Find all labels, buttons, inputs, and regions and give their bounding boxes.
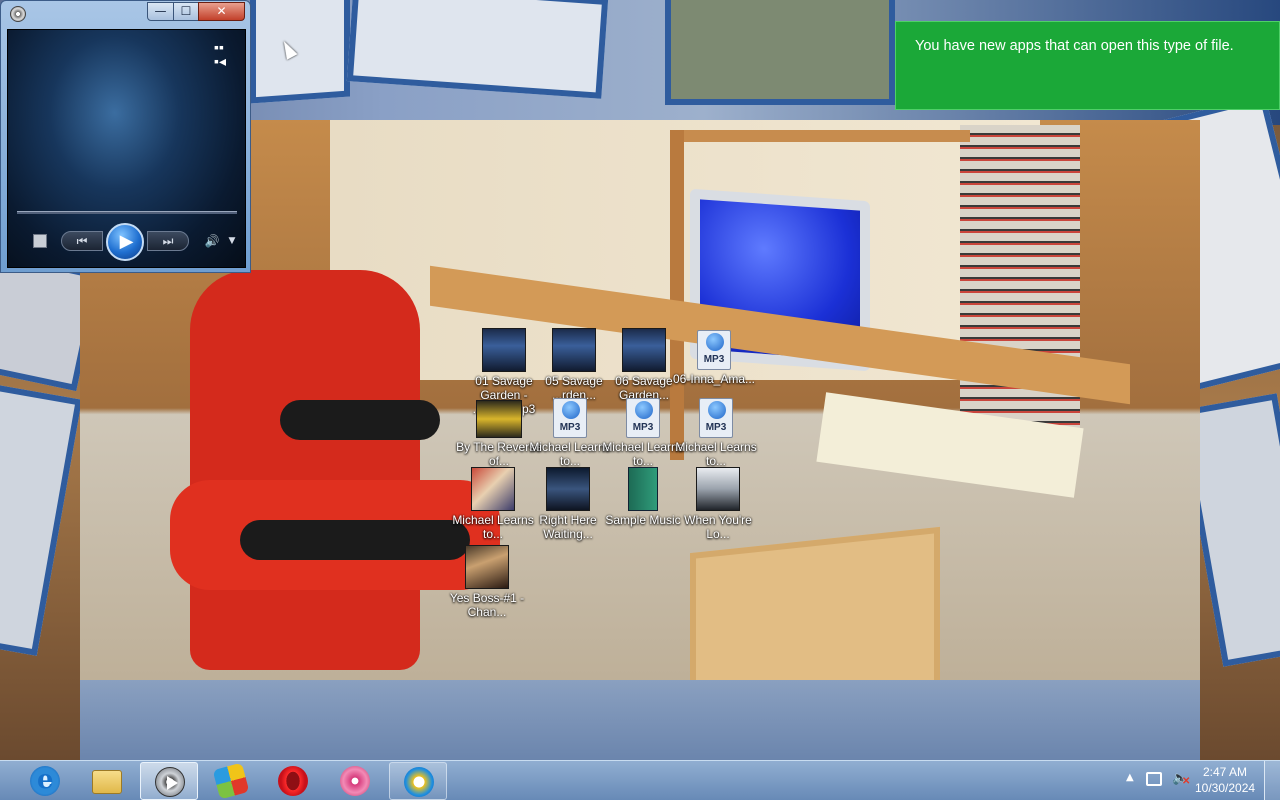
clock-time: 2:47 AM — [1202, 765, 1248, 779]
desktop-icon[interactable]: When You're Lo... — [674, 467, 762, 541]
album-cover-icon — [482, 328, 526, 372]
clock-date: 10/30/2024 — [1195, 781, 1256, 795]
album-cover-icon — [696, 467, 740, 511]
taskbar-windows-explorer[interactable] — [78, 762, 136, 800]
taskbar-opera[interactable] — [264, 762, 322, 800]
album-cover-icon — [465, 545, 509, 589]
wallpaper-photo-card — [250, 0, 350, 104]
mp3-badge: MP3 — [559, 422, 581, 433]
volume-icon[interactable]: 🔊 — [203, 233, 221, 249]
mp3-file-icon: MP3 — [699, 398, 733, 438]
mp3-badge: MP3 — [705, 422, 727, 433]
mp3-badge: MP3 — [632, 422, 654, 433]
album-cover-icon — [622, 328, 666, 372]
next-button[interactable]: ⏭ — [147, 231, 189, 251]
flower-app-icon — [340, 766, 370, 796]
album-cover-icon — [546, 467, 590, 511]
media-player-titlebar[interactable]: — ☐ ✕ — [1, 1, 250, 27]
desktop-icon[interactable]: MP3 Michael Learns to... — [672, 398, 760, 468]
album-cover-icon — [476, 400, 522, 438]
muted-x-icon: ✕ — [1182, 776, 1191, 787]
desktop-icon-label: Yes Boss-#1 - Chan... — [449, 591, 525, 619]
opera-icon — [278, 766, 308, 796]
media-player-app-icon[interactable] — [10, 6, 26, 22]
mp3-badge: MP3 — [703, 354, 725, 365]
media-player-window[interactable]: — ☐ ✕ ▪▪ ▪◂ ⏮ ▶ ⏭ 🔊 ▼ — [0, 0, 251, 273]
taskbar-screen-recorder[interactable] — [389, 762, 447, 800]
desktop-icon-label: Michael Learns to... — [675, 440, 757, 468]
folder-icon — [92, 770, 122, 794]
show-desktop-button[interactable] — [1264, 761, 1280, 800]
taskbar — [0, 760, 1280, 800]
stop-button[interactable] — [33, 234, 47, 248]
switch-to-library-icon[interactable]: ▪▪ ▪◂ — [214, 40, 226, 68]
screen-recorder-icon — [404, 767, 434, 797]
previous-button[interactable]: ⏮ — [61, 231, 103, 251]
minimize-button[interactable]: — — [147, 2, 174, 21]
show-hidden-icons-button[interactable]: ▲ — [1126, 772, 1134, 783]
system-clock[interactable]: 2:47 AM 10/30/2024 — [1195, 764, 1255, 796]
album-cover-icon — [552, 328, 596, 372]
desktop-icon[interactable]: Yes Boss-#1 - Chan... — [443, 545, 531, 619]
folder-icon — [628, 467, 658, 511]
play-button[interactable]: ▶ — [106, 223, 144, 261]
seek-bar[interactable] — [17, 211, 237, 214]
notification-text: You have new apps that can open this typ… — [915, 38, 1234, 54]
close-button[interactable]: ✕ — [198, 2, 245, 21]
album-cover-icon — [471, 467, 515, 511]
mp3-file-icon: MP3 — [553, 398, 587, 438]
maximize-button[interactable]: ☐ — [173, 2, 199, 21]
new-apps-notification[interactable]: You have new apps that can open this typ… — [895, 21, 1280, 110]
taskbar-windows-media-player[interactable] — [140, 762, 198, 800]
volume-dropdown-icon[interactable]: ▼ — [226, 233, 238, 249]
taskbar-flower-app[interactable] — [326, 762, 384, 800]
wallpaper-photo-card — [665, 0, 895, 105]
taskbar-bluestacks[interactable] — [202, 762, 260, 800]
desktop-icon[interactable]: MP3 06-Inna_Ama... — [670, 330, 758, 386]
desktop-icon-label: 06-Inna_Ama... — [672, 372, 756, 386]
mp3-file-icon: MP3 — [626, 398, 660, 438]
media-player-icon — [155, 767, 185, 797]
desktop-icon-label: When You're Lo... — [684, 513, 752, 541]
playback-controls: ⏮ ▶ ⏭ 🔊 ▼ — [7, 223, 246, 263]
wallpaper-photo-card — [0, 384, 82, 656]
bluestacks-icon — [212, 762, 250, 800]
mp3-file-icon: MP3 — [697, 330, 731, 370]
taskbar-internet-explorer[interactable] — [16, 762, 74, 800]
network-icon[interactable] — [1146, 772, 1162, 786]
internet-explorer-icon — [30, 765, 60, 796]
